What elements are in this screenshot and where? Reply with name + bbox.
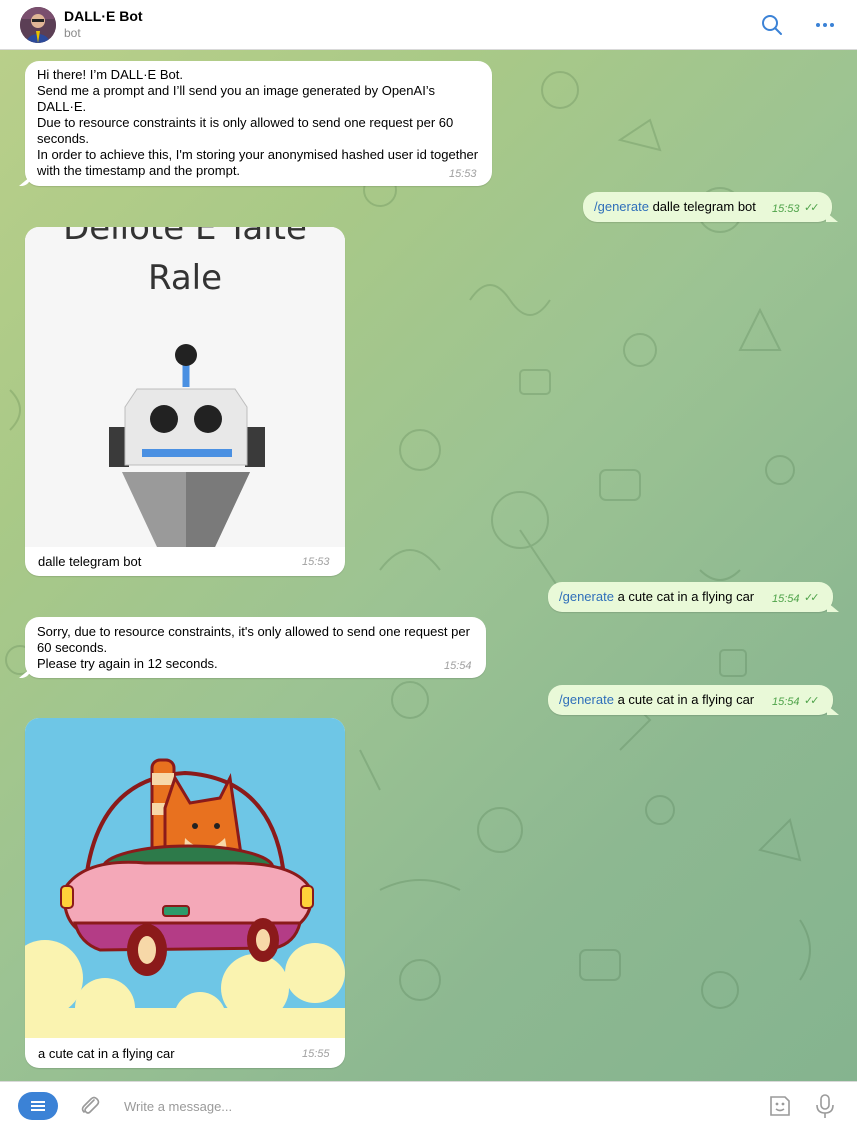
image-text-line2: Rale [148, 258, 222, 298]
generated-image-robot[interactable]: Dellote E Taite Rale [25, 227, 345, 547]
command-link[interactable]: /generate [559, 589, 614, 604]
generated-image-cat-car[interactable] [25, 718, 345, 1044]
menu-icon [31, 1101, 45, 1103]
message-outgoing-generate-3[interactable]: /generate a cute cat in a flying car 15:… [548, 685, 833, 715]
message-outgoing-generate-2[interactable]: /generate a cute cat in a flying car 15:… [548, 582, 833, 612]
image-caption: dalle telegram bot [38, 554, 142, 569]
message-text: Hi there! I’m DALL·E Bot. Send me a prom… [37, 67, 479, 178]
bot-menu-button[interactable] [18, 1092, 58, 1120]
message-incoming-image-cat[interactable]: a cute cat in a flying car 15:55 [25, 718, 345, 1068]
read-checkmarks-icon: ✓✓ [804, 695, 820, 707]
read-checkmarks-icon: ✓✓ [804, 202, 820, 214]
message-outgoing-generate-1[interactable]: /generate dalle telegram bot 15:53 ✓✓ [583, 192, 832, 222]
prompt-text: dalle telegram bot [652, 199, 756, 214]
message-time: 15:55 [302, 1048, 330, 1060]
sticker-icon[interactable] [767, 1093, 793, 1119]
message-text: /generate dalle telegram bot [594, 199, 756, 215]
message-text: /generate a cute cat in a flying car [559, 692, 754, 708]
microphone-icon[interactable] [814, 1093, 836, 1119]
message-time: 15:53 [302, 556, 330, 568]
message-text: /generate a cute cat in a flying car [559, 589, 754, 605]
chat-title: DALL·E Bot [64, 8, 143, 24]
message-time: 15:54 [772, 593, 800, 605]
paperclip-icon[interactable] [77, 1093, 101, 1117]
prompt-text: a cute cat in a flying car [617, 589, 755, 604]
message-text: Sorry, due to resource constraints, it's… [37, 624, 470, 671]
chat-status: bot [64, 26, 81, 40]
prompt-text: a cute cat in a flying car [617, 692, 755, 707]
message-time: 15:54 [772, 696, 800, 708]
image-text-line1: Dellote E Taite [63, 227, 307, 248]
message-time: 15:53 [449, 168, 477, 180]
message-composer [0, 1081, 857, 1127]
message-incoming-image-robot[interactable]: Dellote E Taite Rale dalle telegram bot … [25, 227, 345, 576]
message-incoming-welcome[interactable]: Hi there! I’m DALL·E Bot. Send me a prom… [25, 61, 492, 186]
search-icon[interactable] [760, 13, 784, 37]
message-time: 15:53 [772, 203, 800, 215]
command-link[interactable]: /generate [594, 199, 649, 214]
message-incoming-rate-limit[interactable]: Sorry, due to resource constraints, it's… [25, 617, 486, 678]
message-input[interactable] [112, 1095, 712, 1117]
menu-icon-line [31, 1105, 45, 1107]
chat-area[interactable]: Hi there! I’m DALL·E Bot. Send me a prom… [0, 50, 857, 1081]
bot-avatar[interactable] [20, 7, 56, 43]
chat-header: DALL·E Bot bot [0, 0, 857, 50]
read-checkmarks-icon: ✓✓ [804, 592, 820, 604]
message-time: 15:54 [444, 660, 472, 672]
menu-icon-line [31, 1109, 45, 1111]
command-link[interactable]: /generate [559, 692, 614, 707]
more-icon[interactable] [813, 13, 837, 37]
image-caption: a cute cat in a flying car [38, 1046, 175, 1061]
